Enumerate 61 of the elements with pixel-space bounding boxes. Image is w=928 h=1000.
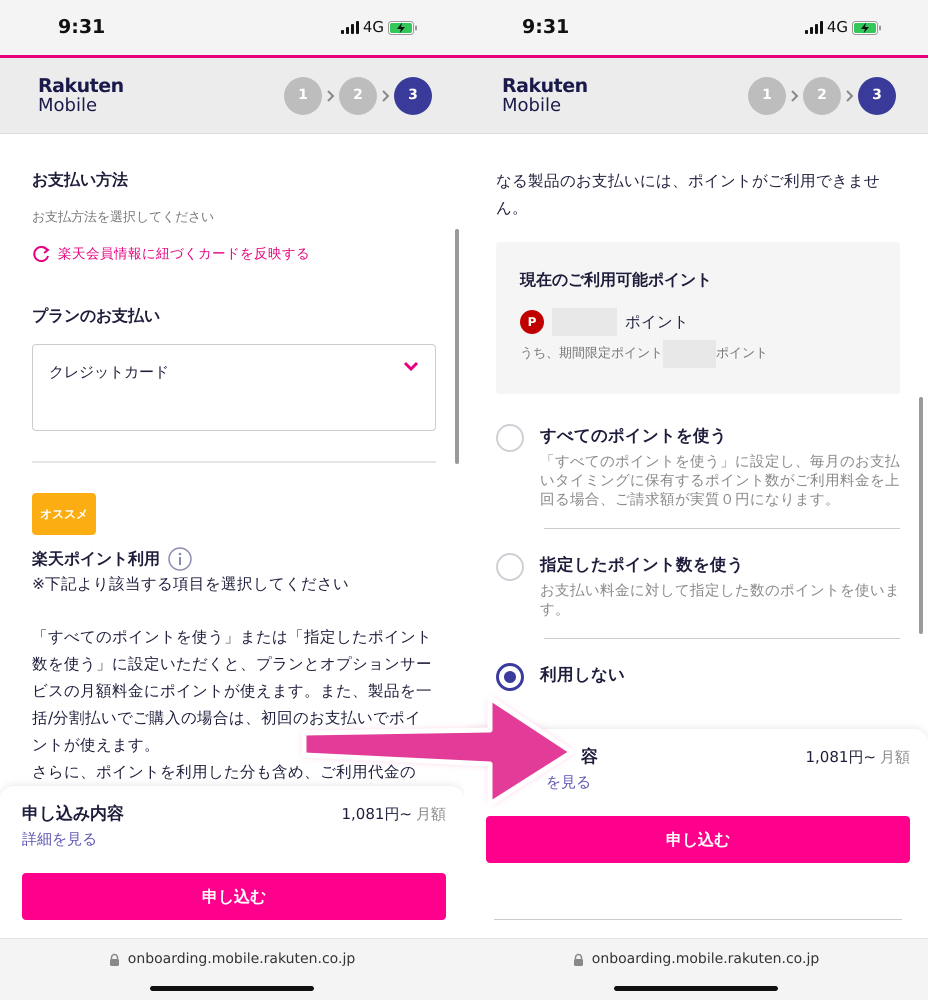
battery-charging-icon [852, 20, 882, 34]
radio-button[interactable] [496, 662, 524, 690]
option-description: 「すべてのポイントを使う」に設定し、毎月のお支払いタイミングに保有するポイント数がご利用料金を上回る場合、ご請求額が実質０円になります。 [540, 452, 900, 510]
limited-points-label: うち、期間限定ポイント [520, 345, 663, 364]
option-description: お支払い料金に対して指定した数のポイントを使います。 [540, 582, 900, 620]
points-title: 現在のご利用可能ポイント [520, 269, 713, 291]
chevron-down-icon [403, 360, 419, 372]
body-text: さらに、ポイントを利用した分も含め、ご利用代金の [32, 762, 417, 783]
status-time: 9:31 [522, 15, 570, 40]
price-text: 1,081円~ [341, 804, 412, 825]
signal-icon [804, 21, 823, 34]
status-time: 9:31 [58, 15, 106, 40]
recommend-badge: オススメ [32, 492, 96, 535]
details-link[interactable]: を見る [546, 771, 591, 794]
chevron-icon [790, 90, 799, 102]
apply-button[interactable]: 申し込む [22, 873, 446, 920]
chevron-icon [845, 90, 854, 102]
section-heading: 楽天ポイント利用 [32, 548, 160, 570]
apply-button[interactable]: 申し込む [486, 816, 910, 863]
points-badge: P [520, 310, 544, 334]
option-label: すべてのポイントを使う [540, 425, 728, 447]
step-indicator: 3 [858, 76, 896, 114]
points-unit: ポイント [625, 312, 689, 332]
step-indicator: 2 [339, 76, 377, 114]
logo-text: Rakuten [38, 76, 124, 96]
reflect-card-link[interactable]: 楽天会員情報に紐づくカードを反映する [32, 244, 436, 264]
battery-charging-icon [388, 20, 418, 34]
section-heading: プランのお支払い [32, 304, 161, 327]
refresh-icon [32, 244, 50, 263]
summary-title: 申し込み内容 [22, 802, 124, 826]
step-indicator: 1 [748, 76, 786, 114]
step-indicator: 2 [803, 76, 841, 114]
hint-text: お支払方法を選択してください [32, 209, 215, 227]
logo-text: Mobile [502, 96, 562, 116]
payment-select[interactable]: クレジットカード [32, 344, 436, 431]
lock-icon [108, 952, 120, 966]
network-label: 4G [826, 17, 848, 38]
period-text: 月額 [880, 747, 910, 768]
info-icon[interactable] [168, 546, 192, 571]
network-label: 4G [362, 17, 384, 38]
step-indicator: 3 [394, 76, 432, 114]
body-text: ※下記より該当する項目を選択してください [32, 574, 350, 595]
period-text: 月額 [416, 804, 446, 825]
logo-text: Mobile [38, 96, 98, 116]
section-heading: お支払い方法 [32, 169, 129, 191]
body-text: 「すべてのポイントを使う」または「指定したポイント数を使う」に設定いただくと、プランとオプションサービスの月額料金にポイントが使えます。また、製品を一括/分割払いでご購入の場合は、初回のお支払いでポイントが使えます。 [32, 626, 433, 756]
summary-title: 容 [581, 746, 598, 768]
chevron-icon [381, 90, 390, 102]
signal-icon [340, 21, 359, 34]
logo-text: Rakuten [502, 76, 588, 96]
step-indicator: 1 [284, 76, 322, 114]
option-label: 利用しない [540, 664, 625, 686]
details-link[interactable]: 詳細を見る [22, 828, 97, 850]
url-text: onboarding.mobile.rakuten.co.jp [128, 950, 356, 968]
option-label: 指定したポイント数を使う [540, 554, 745, 576]
price-text: 1,081円~ [805, 747, 876, 768]
chevron-icon [326, 90, 335, 102]
lock-icon [572, 952, 584, 966]
points-unit: ポイント [716, 345, 768, 364]
url-text: onboarding.mobile.rakuten.co.jp [592, 950, 820, 968]
body-text: なる製品のお支払いには、ポイントがご利用できません。 [496, 171, 881, 219]
